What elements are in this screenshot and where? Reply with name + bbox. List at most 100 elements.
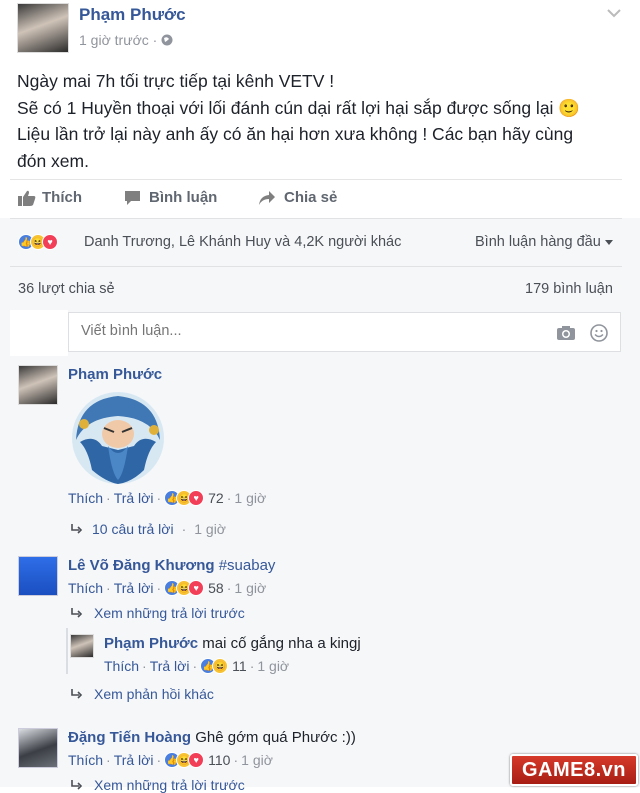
dot-separator: · <box>226 580 232 596</box>
like-label: Thích <box>42 189 82 206</box>
reply-time[interactable]: 1 giờ <box>257 658 289 674</box>
sort-dropdown[interactable]: Bình luận hàng đầu <box>475 234 613 250</box>
dot-separator: · <box>192 658 198 674</box>
love-reaction-icon: ♥ <box>188 490 205 506</box>
comment-reply-link[interactable]: Trả lời <box>114 752 154 768</box>
watermark-text: GAME8.vn <box>521 759 627 781</box>
comment-label: Bình luận <box>149 189 218 206</box>
reply-arrow-icon <box>71 524 83 534</box>
post-text-line: Liệu lần trở lại này anh ấy có ăn hại hơ… <box>17 124 574 144</box>
reply-reactions[interactable]: 👍 😆 <box>200 658 229 674</box>
globe-icon <box>161 34 173 46</box>
comment-button[interactable]: Bình luận <box>124 189 217 206</box>
dot-separator: · <box>249 658 255 674</box>
thumbs-up-icon <box>18 190 36 206</box>
reaction-count[interactable]: 72 <box>208 490 224 506</box>
more-replies-label[interactable]: Xem phản hồi khác <box>94 686 214 702</box>
caret-down-icon <box>604 239 613 245</box>
comment-avatar[interactable] <box>18 728 58 768</box>
reply-like-link[interactable]: Thích <box>104 658 139 674</box>
more-replies-link[interactable]: Xem phản hồi khác <box>70 686 214 702</box>
dot-separator: · <box>181 521 187 537</box>
dot-separator: · <box>106 580 111 596</box>
emoji-icon[interactable] <box>590 324 608 342</box>
comment-input-box[interactable] <box>68 312 621 352</box>
comment-reactions[interactable]: 👍 😆 ♥ <box>164 490 205 506</box>
comment-reactions[interactable]: 👍 😆 ♥ <box>164 580 205 596</box>
post-text-line: đón xem. <box>17 150 89 171</box>
love-reaction-icon: ♥ <box>188 752 205 768</box>
reply-reply-link[interactable]: Trả lời <box>150 658 190 674</box>
comment-reply-link[interactable]: Trả lời <box>114 580 154 596</box>
reaction-icons[interactable]: 👍 😆 ♥ <box>18 234 58 250</box>
comment-author[interactable]: Đặng Tiến Hoàng <box>68 729 191 746</box>
reply-text: mai cố gắng nha a kingj <box>202 635 361 652</box>
previous-replies-link[interactable]: Xem những trả lời trước <box>70 777 245 793</box>
watermark-logo: GAME8.vn <box>510 754 638 786</box>
view-replies-link[interactable]: 10 câu trả lời · 1 giờ <box>70 521 226 537</box>
dot-separator: · <box>156 580 162 596</box>
replies-count[interactable]: 10 câu trả lời <box>92 521 174 537</box>
post-time[interactable]: 1 giờ trước <box>79 32 149 48</box>
reaction-count[interactable]: 58 <box>208 580 224 596</box>
comment-count[interactable]: 179 bình luận <box>525 281 613 297</box>
haha-reaction-icon: 😆 <box>212 658 229 674</box>
dot-separator: · <box>142 658 147 674</box>
dot-separator: · <box>152 32 162 48</box>
comment-time[interactable]: 1 giờ <box>234 580 266 596</box>
divider <box>10 179 622 180</box>
commenter-avatar <box>10 310 68 356</box>
post-text-line: Ngày mai 7h tối trực tiếp tại kênh VETV … <box>17 71 335 91</box>
comments-section-border <box>10 218 622 219</box>
reply-arrow-icon <box>71 608 83 618</box>
comment-actions: Thích · Trả lời · 👍 😆 ♥ 72 · 1 giờ <box>68 490 266 506</box>
reply-actions: Thích · Trả lời · 👍 😆 11 · 1 giờ <box>104 658 289 674</box>
comment-icon <box>125 190 140 205</box>
share-label: Chia sẻ <box>284 189 338 206</box>
previous-replies-link[interactable]: Xem những trả lời trước <box>70 605 245 621</box>
post-author-name[interactable]: Phạm Phước <box>79 5 186 25</box>
reaction-count[interactable]: 110 <box>208 752 230 768</box>
comment-time[interactable]: 1 giờ <box>234 490 266 506</box>
comment-like-link[interactable]: Thích <box>68 580 103 596</box>
sort-label: Bình luận hàng đầu <box>475 234 601 250</box>
reply-avatar[interactable] <box>70 634 94 658</box>
dot-separator: · <box>156 490 162 506</box>
post-timestamp[interactable]: 1 giờ trước · <box>79 32 173 48</box>
reaction-names[interactable]: Danh Trương, Lê Khánh Huy và 4,2K người … <box>84 234 401 250</box>
comment-body: Lê Võ Đăng Khương #suabay <box>68 557 275 574</box>
comment-reply-link[interactable]: Trả lời <box>114 490 154 506</box>
comment-actions: Thích · Trả lời · 👍 😆 ♥ 58 · 1 giờ <box>68 580 266 596</box>
love-reaction-icon: ♥ <box>42 234 58 250</box>
previous-replies-label[interactable]: Xem những trả lời trước <box>94 777 245 793</box>
reply-body: Phạm Phước mai cố gắng nha a kingj <box>104 635 361 652</box>
comment-text: Ghê gớm quá Phước :)) <box>195 729 356 746</box>
reply-thread-line <box>66 628 68 674</box>
comment-time[interactable]: 1 giờ <box>241 752 273 768</box>
camera-icon[interactable] <box>556 325 576 341</box>
post-text-line: Sẽ có 1 Huyền thoại với lối đánh cún dại… <box>17 97 581 118</box>
share-button[interactable]: Chia sẻ <box>258 189 337 206</box>
replies-time: 1 giờ <box>194 521 226 537</box>
dot-separator: · <box>233 752 239 768</box>
comment-like-link[interactable]: Thích <box>68 752 103 768</box>
reaction-count[interactable]: 11 <box>232 658 247 674</box>
share-count[interactable]: 36 lượt chia sẻ <box>18 281 115 297</box>
reply-author[interactable]: Phạm Phước <box>104 635 198 652</box>
post-author-avatar[interactable] <box>17 3 69 53</box>
comment-avatar[interactable] <box>18 365 58 405</box>
dot-separator: · <box>226 490 232 506</box>
chevron-down-icon[interactable] <box>606 8 622 18</box>
comment-author[interactable]: Lê Võ Đăng Khương <box>68 557 215 574</box>
comment-author[interactable]: Phạm Phước <box>68 366 162 383</box>
comment-text[interactable]: #suabay <box>219 557 276 574</box>
comment-avatar[interactable] <box>18 556 58 596</box>
comment-like-link[interactable]: Thích <box>68 490 103 506</box>
comment-input[interactable] <box>79 322 543 340</box>
comment-reactions[interactable]: 👍 😆 ♥ <box>164 752 205 768</box>
share-icon <box>259 190 275 205</box>
previous-replies-label[interactable]: Xem những trả lời trước <box>94 605 245 621</box>
sticker-image[interactable] <box>68 390 168 486</box>
like-button[interactable]: Thích <box>18 189 82 206</box>
reply-arrow-icon <box>71 780 83 790</box>
